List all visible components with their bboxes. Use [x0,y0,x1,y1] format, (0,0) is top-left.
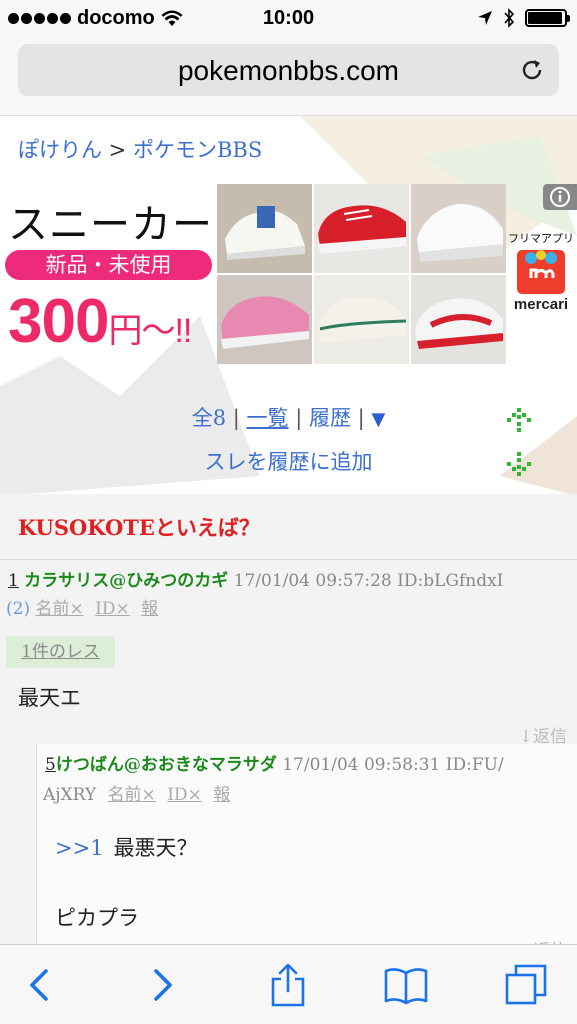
ad-title: スニーカー [8,202,213,248]
post-body: 最天エ [18,686,81,710]
post-meta: 17/01/04 09:58:31 ID:FU/ [282,755,504,775]
ad-price-value: 300 [8,287,109,356]
post-number-link[interactable]: 5 [45,755,56,775]
thread-title: KUSOKOTEといえば？ [18,515,260,540]
tabs-icon[interactable] [504,963,548,1007]
divider [0,559,577,560]
post: 1 カラサリス@ひみつのカギ 17/01/04 09:57:28 ID:bLGf… [0,566,577,747]
url-text[interactable]: pokemonbbs.com [18,55,559,87]
post-meta: 17/01/04 09:57:28 ID:bLGfndxI [233,571,504,591]
menu-triangle-icon[interactable]: ▼ [371,409,385,430]
info-icon[interactable] [543,184,577,210]
ad-banner[interactable]: スニーカー 新品・未使用 300円〜!! フリマアプリ mercari [0,184,577,364]
thread-nav: 全8 | 一覧 | 履歴 | ▼ [0,402,577,432]
reload-icon[interactable] [517,55,547,85]
post-meta-cont: AjXRY [43,785,97,805]
ad-badge: 新品・未使用 [5,250,212,280]
nav-all-link[interactable]: 全8 [192,406,226,430]
post-body: ピカプラ [55,906,139,930]
anchor-link[interactable]: >>1 [55,836,104,860]
reply-count-link[interactable]: (2) [6,599,30,619]
hide-name-link[interactable]: 名前× [108,785,156,805]
shoe-image [314,275,409,364]
web-page: ぽけりん > ポケモンBBS スニーカー 新品・未使用 300円〜!! フリマア… [0,116,577,944]
poster-name: カラサリス@ひみつのカギ [24,571,229,591]
poster-name: けつばん@おおきなマラサダ [55,755,277,775]
location-arrow-icon [478,11,492,25]
post: 5けつばん@おおきなマラサダ 17/01/04 09:58:31 ID:FU/ … [36,744,577,944]
breadcrumb-home-link[interactable]: ぽけりん [18,138,102,162]
breadcrumb: ぽけりん > ポケモンBBS [18,134,262,164]
hide-id-link[interactable]: ID× [95,599,130,619]
address-bar[interactable]: pokemonbbs.com [18,44,559,96]
post-links: (2) 名前× ID× 報 [0,596,577,622]
mercari-logo-icon [517,250,565,294]
scroll-down-arrow-icon[interactable] [505,450,533,478]
nav-separator: | [357,406,365,430]
nav-separator: | [295,406,303,430]
hide-name-link[interactable]: 名前× [36,599,84,619]
shoe-image [411,275,506,364]
post-header-cont: AjXRY 名前× ID× 報 [43,780,230,810]
ad-brand-label: フリマアプリ [508,232,574,245]
hide-id-link[interactable]: ID× [167,785,202,805]
ad-shoe-grid [217,184,506,364]
shoe-image [217,275,312,364]
browser-chrome: pokemonbbs.com [0,38,577,116]
browser-toolbar [0,944,577,1024]
post-header: 1 カラサリス@ひみつのカギ 17/01/04 09:57:28 ID:bLGf… [0,566,577,596]
quote-text: 最悪天？ [113,836,198,860]
bluetooth-icon [504,8,515,28]
post-quote: >>1 最悪天？ [55,832,198,862]
ad-brand-name: mercari [513,296,569,313]
shoe-image [411,184,506,273]
scroll-up-arrow-icon[interactable] [505,406,533,434]
shoe-image [314,184,409,273]
status-bar: docomo 10:00 [0,0,577,38]
thread-area: KUSOKOTEといえば？ 1 カラサリス@ひみつのカギ 17/01/04 09… [0,494,577,944]
ad-price: 300円〜!! [8,286,192,357]
ad-price-suffix: 円〜!! [108,312,192,350]
bookmarks-icon[interactable] [384,963,428,1007]
breadcrumb-section-link[interactable]: ポケモンBBS [133,138,262,162]
reply-link[interactable]: ↓返信 [519,936,567,944]
post-number-link[interactable]: 1 [8,571,19,591]
share-icon[interactable] [266,963,310,1007]
back-icon[interactable] [18,963,62,1007]
add-to-history-link[interactable]: スレを履歴に追加 [0,446,577,476]
nav-list-link[interactable]: 一覧 [247,406,289,430]
forward-icon[interactable] [140,963,184,1007]
nav-separator: | [232,406,240,430]
battery-icon [525,9,570,27]
nav-history-link[interactable]: 履歴 [309,406,351,430]
post-header: 5けつばん@おおきなマラサダ 17/01/04 09:58:31 ID:FU/ [45,750,577,780]
status-right [477,8,570,28]
ad-brand: フリマアプリ mercari [508,230,574,313]
response-count-button[interactable]: 1件のレス [6,636,115,668]
shoe-image [217,184,312,273]
breadcrumb-separator: > [102,138,133,162]
report-link[interactable]: 報 [141,599,158,619]
report-link[interactable]: 報 [213,785,230,805]
